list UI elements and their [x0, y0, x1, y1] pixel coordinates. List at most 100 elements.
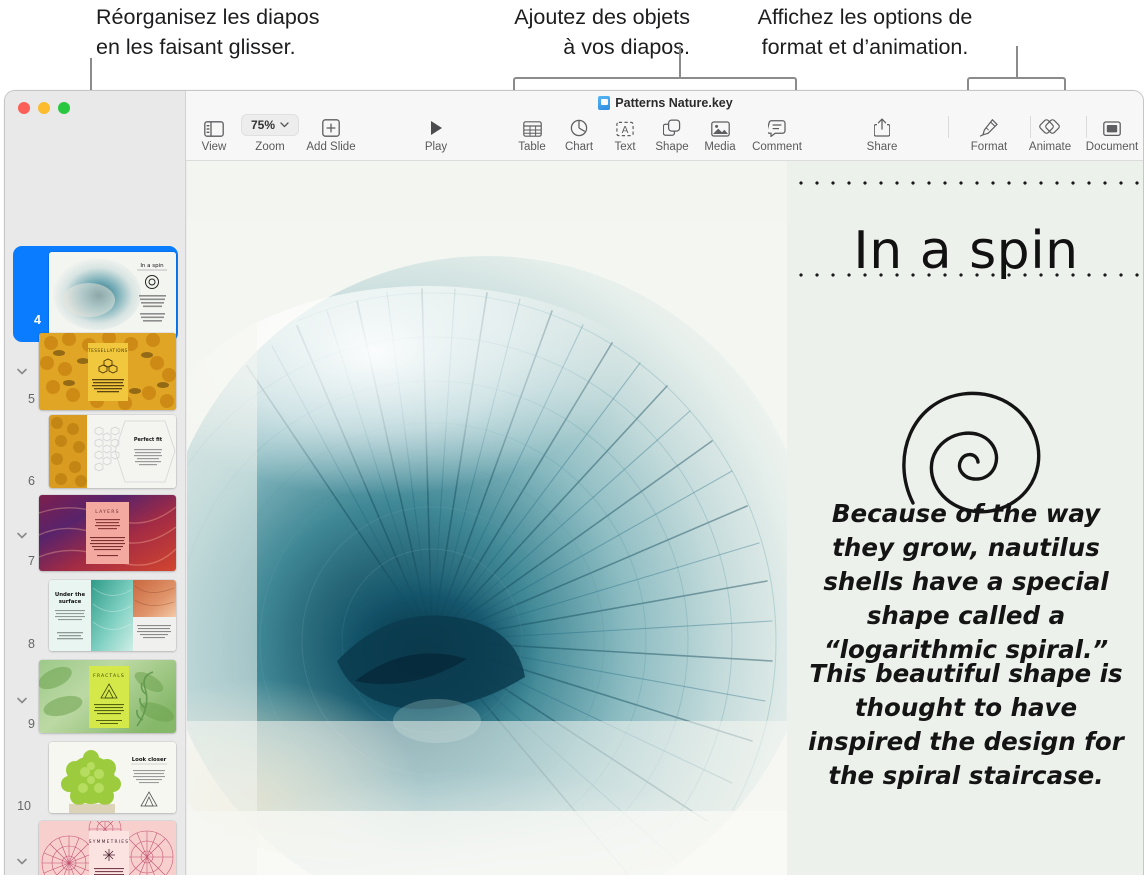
keynote-window: In a spin 4 TESSELLATIONS 5 Perfect fit … — [4, 90, 1144, 875]
svg-text:Under the: Under the — [55, 592, 86, 598]
slide-navigator-sidebar[interactable]: In a spin 4 TESSELLATIONS 5 Perfect fit … — [5, 91, 186, 875]
toolbar-label: Share — [866, 141, 898, 153]
zoom-value: 75% — [250, 118, 276, 132]
group-disclosure-chevron-icon[interactable] — [15, 854, 29, 868]
group-disclosure-chevron-icon[interactable] — [15, 528, 29, 542]
paintbrush-icon — [979, 113, 999, 137]
minimize-button[interactable] — [38, 102, 50, 114]
callout-bracket-add-objects — [513, 77, 797, 91]
toolbar-label: Document — [1085, 141, 1139, 153]
slide-thumbnail[interactable]: TESSELLATIONS — [39, 333, 176, 410]
toolbar-label: Play — [424, 141, 448, 153]
svg-text:SYMMETRIES: SYMMETRIES — [89, 839, 129, 845]
play-icon — [427, 113, 445, 137]
document-icon — [1103, 113, 1121, 137]
chevron-down-icon — [280, 122, 289, 128]
slide-text-column[interactable]: In a spin Because of the way they grow, … — [787, 161, 1143, 875]
share-icon — [874, 113, 890, 137]
animate-diamond-icon — [1039, 113, 1061, 137]
slide-number: 6 — [28, 474, 35, 488]
slide-thumbnail[interactable]: FRACTALS — [39, 660, 176, 733]
zoom-level-select[interactable]: 75% — [240, 114, 300, 136]
callout-format-animate: Affichez les options de format et d’anim… — [757, 5, 973, 59]
dotted-rule-top — [793, 181, 1139, 185]
svg-text:LAYERS: LAYERS — [95, 509, 119, 515]
toolbar[interactable]: Patterns Nature.key View 75% Zoom Add Sl… — [186, 91, 1143, 161]
toolbar-button-document[interactable]: Document — [1080, 113, 1143, 153]
slide-number: 5 — [28, 392, 35, 406]
toolbar-label: Media — [704, 141, 736, 153]
pie-chart-icon — [570, 113, 588, 137]
toolbar-button-play[interactable]: Play — [404, 113, 468, 153]
toolbar-label: Text — [614, 141, 636, 153]
slide-paragraph-2: This beautiful shape is thought to have … — [808, 659, 1124, 790]
toolbar-label: Chart — [564, 141, 594, 153]
svg-text:Look closer: Look closer — [132, 757, 167, 763]
slide-thumbnail[interactable]: Look closer — [49, 742, 176, 813]
photo-icon — [710, 113, 730, 137]
shapes-icon — [662, 113, 682, 137]
toolbar-button-zoom[interactable]: 75% Zoom — [238, 113, 302, 153]
document-title-bar: Patterns Nature.key — [186, 96, 1143, 110]
window-controls[interactable] — [18, 102, 70, 114]
zoom-button[interactable] — [58, 102, 70, 114]
thumbnail-art: FRACTALS — [39, 660, 176, 733]
svg-text:TESSELLATIONS: TESSELLATIONS — [87, 348, 128, 353]
thumbnail-art: TESSELLATIONS — [39, 333, 176, 410]
callout-add-objects: Ajoutez des objets à vos diapos. — [514, 5, 690, 59]
callout-reorder-slides: Réorganisez les diapos en les faisant gl… — [96, 5, 320, 59]
slide-paragraph-1: Because of the way they grow, nautilus s… — [823, 499, 1109, 664]
close-button[interactable] — [18, 102, 30, 114]
nautilus-shell-photo[interactable] — [187, 161, 787, 875]
svg-text:FRACTALS: FRACTALS — [93, 673, 125, 679]
slide-number: 8 — [28, 637, 35, 651]
toolbar-button-animate[interactable]: Animate — [1018, 113, 1082, 153]
slide-heading: In a spin — [853, 221, 1079, 281]
dotted-rule-bottom — [793, 273, 1139, 277]
toolbar-button-share[interactable]: Share — [850, 113, 914, 153]
callout-leader-add-objects — [679, 46, 681, 78]
toolbar-label: Comment — [752, 141, 802, 153]
thumbnail-art: Perfect fit — [49, 415, 176, 488]
text-box-icon: A — [616, 113, 634, 137]
document-title-text: Patterns Nature.key — [615, 96, 733, 110]
toolbar-label: Format — [970, 141, 1008, 153]
sidebar-icon — [204, 113, 224, 137]
slide-number: 4 — [34, 313, 41, 327]
thumbnail-art: LAYERS — [39, 495, 176, 571]
thumbnail-art: Under the surface — [49, 580, 176, 651]
toolbar-label: Animate — [1028, 141, 1072, 153]
toolbar-button-comment[interactable]: Comment — [745, 113, 809, 153]
callout-leader-format-animate — [1016, 46, 1018, 78]
toolbar-button-format[interactable]: Format — [957, 113, 1021, 153]
svg-text:Perfect fit: Perfect fit — [134, 437, 163, 443]
svg-text:surface: surface — [59, 599, 82, 605]
toolbar-button-add-slide[interactable]: Add Slide — [299, 113, 363, 153]
svg-text:A: A — [622, 125, 629, 136]
slide-thumbnail[interactable]: LAYERS — [39, 495, 176, 571]
svg-text:In a spin: In a spin — [140, 263, 164, 269]
comment-icon — [768, 113, 786, 137]
plus-box-icon — [322, 113, 340, 137]
slide-thumbnail[interactable]: Under the surface — [49, 580, 176, 651]
slide-thumbnail[interactable]: SYMMETRIES — [39, 821, 176, 875]
toolbar-label: Shape — [655, 141, 689, 153]
slide-number: 7 — [28, 554, 35, 568]
toolbar-button-view[interactable]: View — [182, 113, 246, 153]
thumbnail-art: In a spin — [49, 252, 176, 336]
group-disclosure-chevron-icon[interactable] — [15, 364, 29, 378]
slide-canvas[interactable]: In a spin Because of the way they grow, … — [187, 161, 1143, 875]
toolbar-divider — [948, 116, 949, 138]
table-icon — [522, 113, 542, 137]
group-disclosure-chevron-icon[interactable] — [15, 693, 29, 707]
callout-bracket-format-animate — [967, 77, 1066, 91]
toolbar-label: Zoom — [255, 141, 285, 153]
toolbar-button-media[interactable]: Media — [688, 113, 752, 153]
slide-thumbnail[interactable]: In a spin — [49, 252, 176, 336]
slide-number: 10 — [17, 799, 31, 813]
thumbnail-art: SYMMETRIES — [39, 821, 176, 875]
thumbnail-art: Look closer — [49, 742, 176, 813]
toolbar-label: Add Slide — [306, 141, 356, 153]
keynote-document-icon — [598, 96, 611, 110]
slide-thumbnail[interactable]: Perfect fit — [49, 415, 176, 488]
